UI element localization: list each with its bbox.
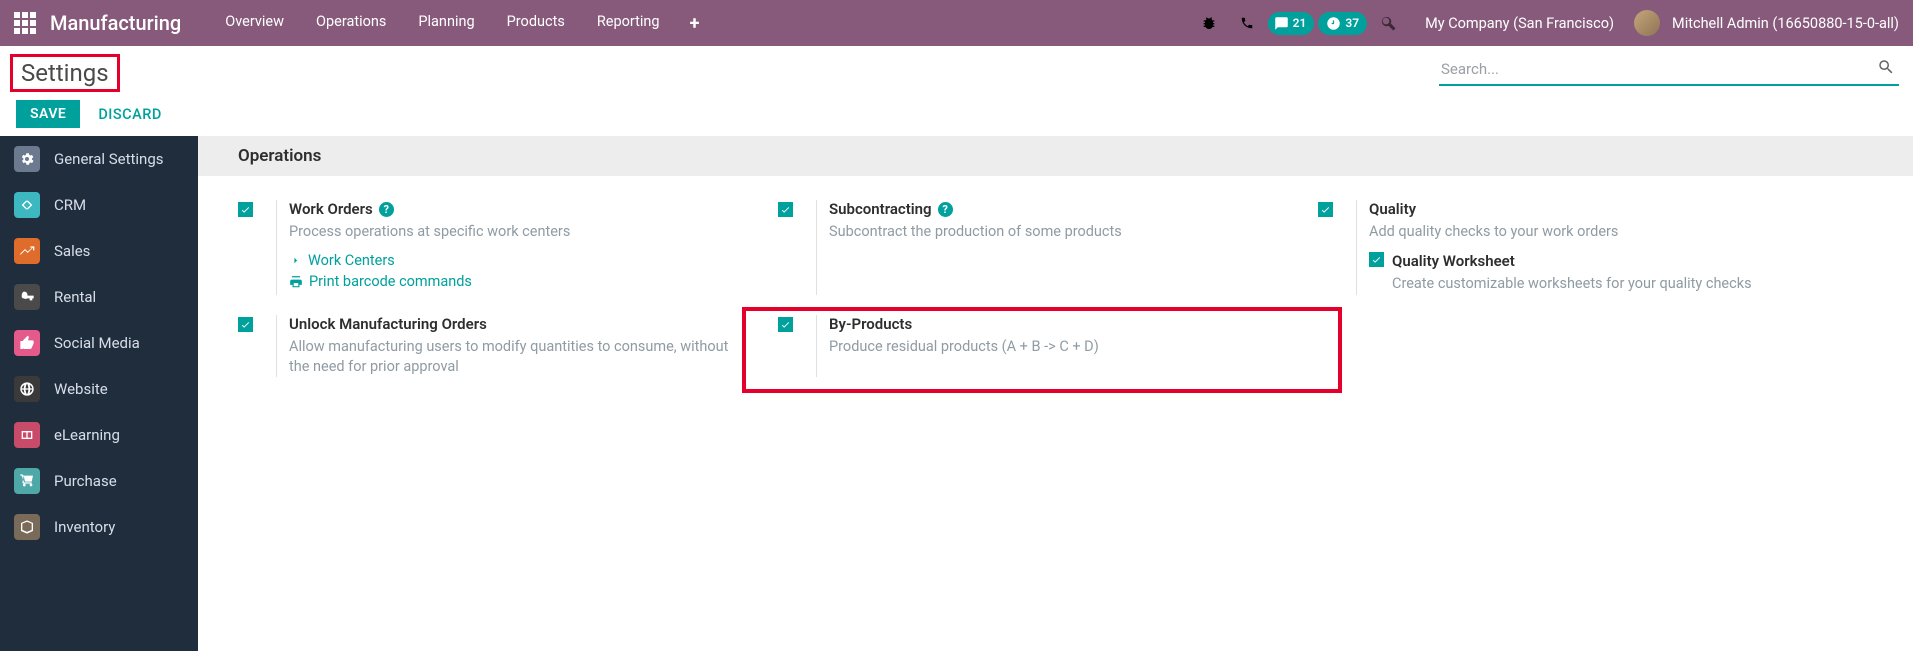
- setting-quality: Quality Add quality checks to your work …: [1288, 194, 1828, 309]
- nav-menu: Overview Operations Planning Products Re…: [209, 13, 713, 34]
- gear-icon: [14, 146, 40, 172]
- setting-desc: Add quality checks to your work orders: [1369, 222, 1828, 242]
- save-button[interactable]: SAVE: [16, 100, 80, 128]
- main: General Settings CRM Sales Rental Social…: [0, 136, 1913, 651]
- nav-products[interactable]: Products: [491, 13, 581, 34]
- setting-desc: Produce residual products (A + B -> C + …: [829, 337, 1340, 357]
- subbar: Settings: [0, 46, 1913, 94]
- checkbox-unlock-mo[interactable]: [238, 317, 253, 332]
- box-icon: [14, 514, 40, 540]
- link-work-centers[interactable]: Work Centers: [289, 252, 748, 269]
- sub-setting-title: Quality Worksheet: [1392, 252, 1828, 270]
- sidebar-item-elearning[interactable]: eLearning: [0, 412, 198, 458]
- search-wrap: [1439, 54, 1899, 86]
- setting-work-orders: Work Orders ? Process operations at spec…: [208, 194, 748, 309]
- sidebar-item-label: eLearning: [54, 426, 120, 444]
- book-icon: [14, 422, 40, 448]
- help-icon[interactable]: ?: [379, 202, 394, 217]
- sidebar-item-label: Sales: [54, 242, 90, 260]
- sidebar-item-label: Social Media: [54, 334, 140, 352]
- sidebar-item-social[interactable]: Social Media: [0, 320, 198, 366]
- nav-add-icon[interactable]: +: [676, 13, 714, 34]
- handshake-icon: [14, 192, 40, 218]
- sidebar-item-sales[interactable]: Sales: [0, 228, 198, 274]
- sidebar-item-label: Rental: [54, 288, 96, 306]
- checkbox-quality[interactable]: [1318, 202, 1333, 217]
- discard-button[interactable]: DISCARD: [98, 106, 162, 123]
- checkbox-byproducts[interactable]: [778, 317, 793, 332]
- setting-desc: Subcontract the production of some produ…: [829, 222, 1288, 242]
- breadcrumb-highlight: Settings: [10, 54, 120, 92]
- avatar[interactable]: [1634, 10, 1660, 36]
- checkbox-subcontracting[interactable]: [778, 202, 793, 217]
- sidebar-item-label: Purchase: [54, 472, 117, 490]
- sidebar-item-general[interactable]: General Settings: [0, 136, 198, 182]
- setting-title-text: Subcontracting: [829, 200, 932, 218]
- activities-pill[interactable]: 37: [1318, 12, 1367, 35]
- setting-desc: Allow manufacturing users to modify quan…: [289, 337, 748, 378]
- settings-content[interactable]: Operations Work Orders ? Process operati…: [198, 136, 1913, 651]
- tool-icon[interactable]: [1371, 6, 1405, 40]
- link-print-barcode[interactable]: Print barcode commands: [289, 273, 748, 290]
- nav-reporting[interactable]: Reporting: [581, 13, 676, 34]
- setting-title-text: By-Products: [829, 315, 912, 333]
- username[interactable]: Mitchell Admin (16650880-15-0-all): [1672, 15, 1899, 32]
- sidebar-item-label: Inventory: [54, 518, 115, 536]
- cart-icon: [14, 468, 40, 494]
- activities-count: 37: [1345, 16, 1359, 30]
- setting-title-text: Unlock Manufacturing Orders: [289, 315, 487, 333]
- sidebar-item-website[interactable]: Website: [0, 366, 198, 412]
- page-title: Settings: [21, 59, 109, 87]
- nav-planning[interactable]: Planning: [402, 13, 490, 34]
- messages-pill[interactable]: 21: [1268, 12, 1315, 35]
- help-icon[interactable]: ?: [938, 202, 953, 217]
- sidebar-item-purchase[interactable]: Purchase: [0, 458, 198, 504]
- sidebar-item-inventory[interactable]: Inventory: [0, 504, 198, 550]
- messages-count: 21: [1293, 16, 1307, 30]
- app-brand[interactable]: Manufacturing: [50, 11, 181, 35]
- key-icon: [14, 284, 40, 310]
- sidebar-item-label: Website: [54, 380, 108, 398]
- sidebar-item-rental[interactable]: Rental: [0, 274, 198, 320]
- search-input[interactable]: [1439, 54, 1873, 84]
- globe-icon: [14, 376, 40, 402]
- company-switcher[interactable]: My Company (San Francisco): [1425, 15, 1614, 32]
- actions-row: SAVE DISCARD: [0, 94, 1913, 136]
- bug-icon[interactable]: [1192, 6, 1226, 40]
- sidebar-item-label: CRM: [54, 196, 86, 214]
- setting-subcontracting: Subcontracting ? Subcontract the product…: [748, 194, 1288, 309]
- sidebar-item-crm[interactable]: CRM: [0, 182, 198, 228]
- settings-grid: Work Orders ? Process operations at spec…: [198, 176, 1913, 409]
- sidebar-item-label: General Settings: [54, 150, 164, 168]
- nav-operations[interactable]: Operations: [300, 13, 402, 34]
- nav-overview[interactable]: Overview: [209, 13, 300, 34]
- thumb-icon: [14, 330, 40, 356]
- checkbox-work-orders[interactable]: [238, 202, 253, 217]
- apps-icon[interactable]: [14, 12, 36, 34]
- setting-title-text: Quality: [1369, 200, 1416, 218]
- setting-unlock-mo: Unlock Manufacturing Orders Allow manufa…: [208, 309, 748, 392]
- sub-setting-desc: Create customizable worksheets for your …: [1392, 274, 1828, 294]
- setting-desc: Process operations at specific work cent…: [289, 222, 748, 242]
- topbar: Manufacturing Overview Operations Planni…: [0, 0, 1913, 46]
- setting-title-text: Work Orders: [289, 200, 373, 218]
- checkbox-quality-worksheet[interactable]: [1369, 252, 1384, 267]
- setting-byproducts-highlight: By-Products Produce residual products (A…: [744, 309, 1340, 392]
- settings-sidebar[interactable]: General Settings CRM Sales Rental Social…: [0, 136, 198, 651]
- topbar-right: 21 37 My Company (San Francisco) Mitchel…: [1192, 6, 1905, 40]
- chart-icon: [14, 238, 40, 264]
- section-title: Operations: [198, 136, 1913, 176]
- search-icon[interactable]: [1873, 54, 1899, 84]
- phone-icon[interactable]: [1230, 6, 1264, 40]
